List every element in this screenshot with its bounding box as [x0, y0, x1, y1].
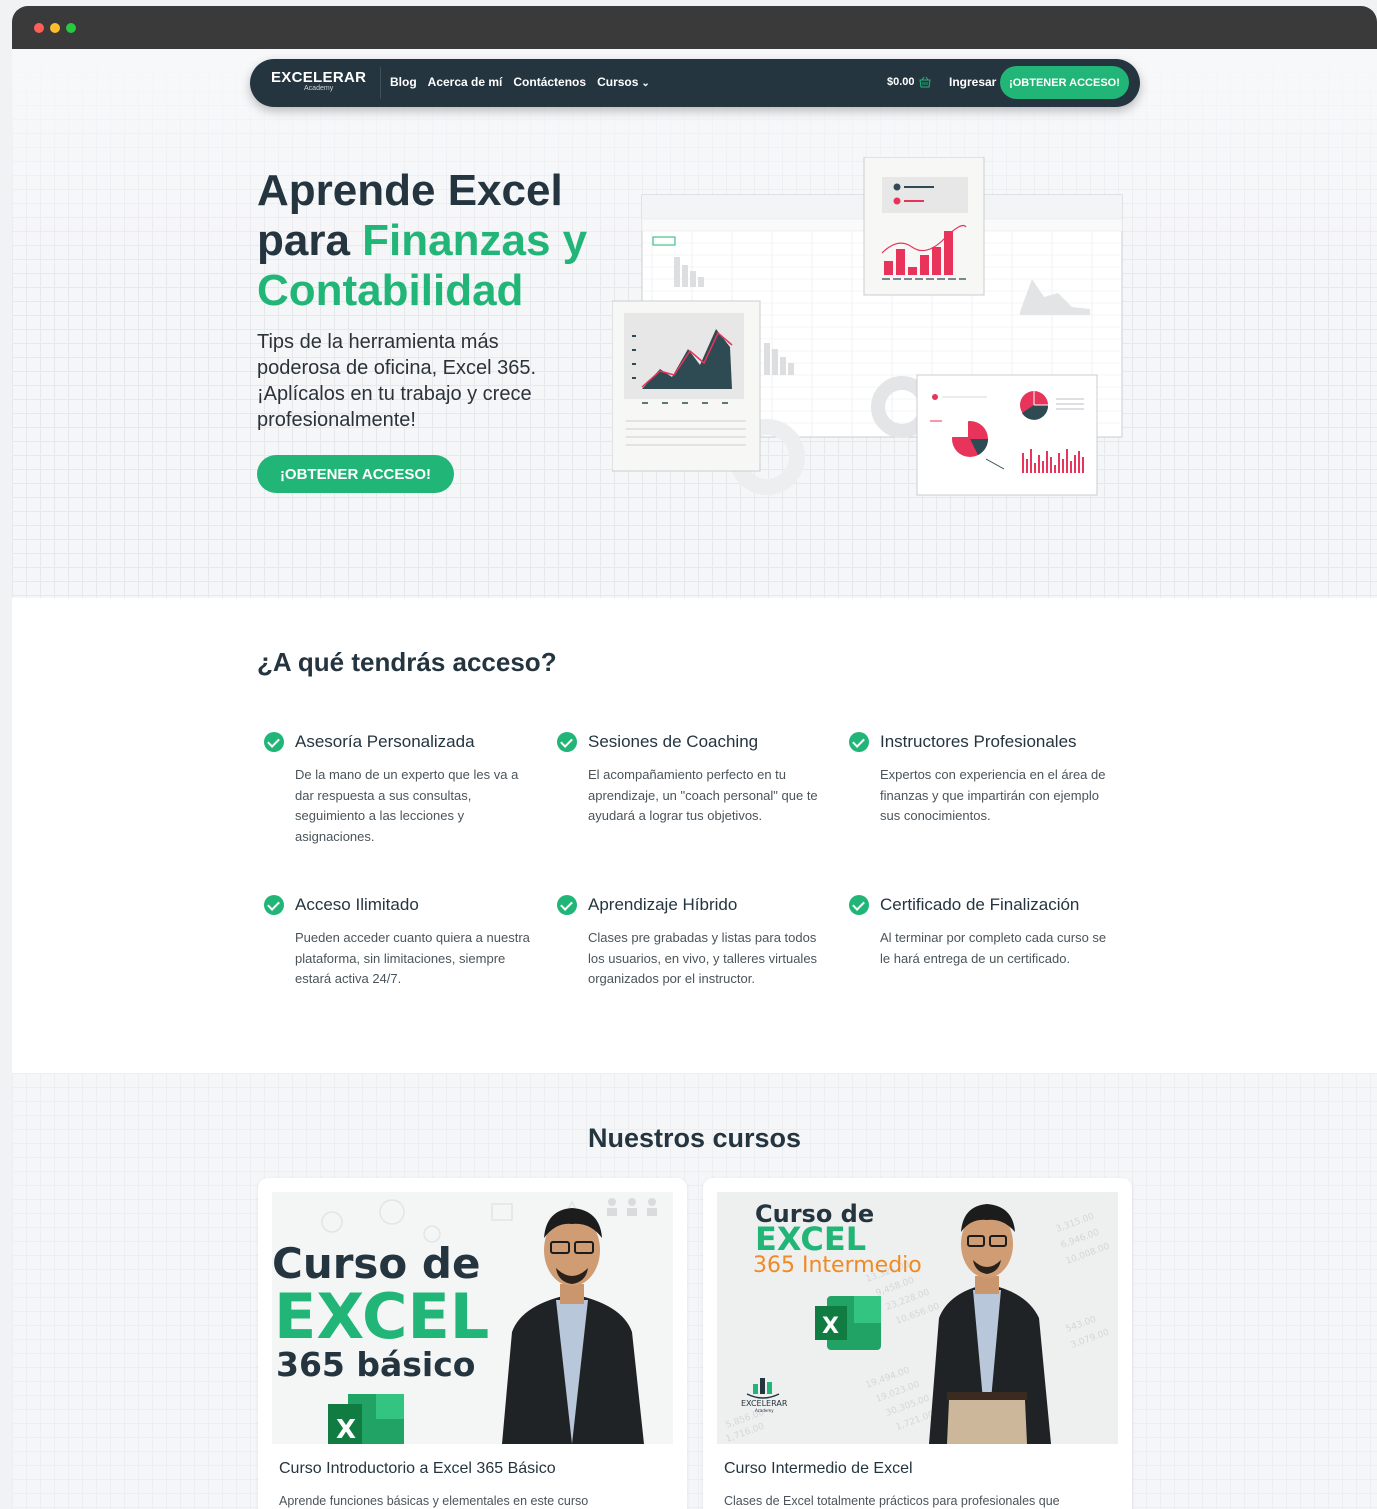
svg-text:X: X — [336, 1415, 356, 1444]
feature-item: Instructores Profesionales Expertos con … — [842, 732, 1107, 827]
nav-link-courses-label: Cursos — [597, 75, 639, 89]
check-circle-icon — [849, 895, 869, 915]
window-titlebar — [12, 6, 1377, 49]
feature-title: Sesiones de Coaching — [588, 732, 759, 751]
login-link[interactable]: Ingresar — [949, 75, 996, 89]
site-logo[interactable]: EXCELERAR Academy — [271, 69, 366, 92]
feature-item: Asesoría Personalizada De la mano de un … — [257, 732, 522, 847]
check-circle-icon — [849, 732, 869, 752]
feature-title: Instructores Profesionales — [880, 732, 1077, 751]
feature-description: Clases pre grabadas y listas para todos … — [588, 930, 818, 986]
hero-get-access-button[interactable]: ¡OBTENER ACCESO! — [257, 455, 454, 493]
course-description: Clases de Excel totalmente prácticos par… — [724, 1494, 1060, 1508]
cart-total[interactable]: $0.00 — [887, 76, 915, 88]
courses-section-title: Nuestros cursos — [587, 1123, 802, 1153]
hero-title-line3: Contabilidad — [257, 266, 524, 315]
feature-title: Aprendizaje Híbrido — [588, 895, 738, 914]
access-section-title: ¿A qué tendrás acceso? — [257, 647, 557, 677]
feature-description: Pueden acceder cuanto quiera a nuestra p… — [295, 930, 530, 986]
course-title[interactable]: Curso Introductorio a Excel 365 Básico — [279, 1460, 556, 1478]
cart-icon[interactable] — [919, 76, 931, 88]
nav-divider — [380, 67, 381, 99]
check-circle-icon — [557, 732, 577, 752]
courses-section: Nuestros cursos Curso de EXCEL 365 básic… — [12, 1073, 1377, 1509]
nav-link-courses[interactable]: Cursos ⌄ — [597, 75, 650, 89]
check-circle-icon — [264, 732, 284, 752]
hero-section: EXCELERAR Academy Blog Acerca de mí Cont… — [12, 49, 1377, 598]
feature-description: Expertos con experiencia en el área de f… — [880, 767, 1106, 823]
feature-title: Acceso Ilimitado — [295, 895, 419, 914]
course-card[interactable]: Curso de EXCEL 365 básico X Curso Introd… — [258, 1178, 687, 1509]
hero-title-line2b: Finanzas y — [362, 216, 588, 265]
chevron-down-icon: ⌄ — [641, 78, 650, 89]
hero-title-line1: Aprende Excel — [257, 166, 563, 215]
feature-description: El acompañamiento perfecto en tu aprendi… — [588, 767, 818, 823]
nav-links: Blog Acerca de mí Contáctenos Cursos ⌄ — [390, 75, 650, 89]
feature-item: Certificado de Finalización Al terminar … — [842, 895, 1107, 969]
course-title[interactable]: Curso Intermedio de Excel — [724, 1460, 913, 1478]
nav-link-contact[interactable]: Contáctenos — [513, 75, 586, 89]
feature-description: Al terminar por completo cada curso se l… — [880, 930, 1107, 966]
nav-link-about[interactable]: Acerca de mí — [428, 75, 503, 89]
nav-link-blog[interactable]: Blog — [390, 75, 417, 89]
hero-title: Aprende Excel para Finanzas y Contabilid… — [257, 166, 617, 316]
feature-item: Sesiones de Coaching El acompañamiento p… — [550, 732, 818, 827]
course-thumbnail[interactable]: 13,321.00 9,458.00 23,228.00 10,656.00 1… — [717, 1192, 1118, 1444]
feature-item: Aprendizaje Híbrido Clases pre grabadas … — [550, 895, 817, 990]
navbar: EXCELERAR Academy Blog Acerca de mí Cont… — [250, 59, 1140, 107]
logo-text: EXCELERAR — [271, 69, 367, 86]
thumbnail-logo-text: EXCELERAR — [741, 1399, 788, 1408]
browser-frame: EXCELERAR Academy Blog Acerca de mí Cont… — [12, 6, 1377, 1509]
course-card[interactable]: 13,321.00 9,458.00 23,228.00 10,656.00 1… — [703, 1178, 1132, 1509]
course-thumbnail[interactable]: Curso de EXCEL 365 básico X — [272, 1192, 673, 1444]
check-circle-icon — [557, 895, 577, 915]
thumbnail-course-level: 365 básico — [276, 1345, 475, 1384]
nav-get-access-button[interactable]: ¡OBTENER ACCESO! — [1000, 66, 1129, 99]
close-window-icon[interactable] — [34, 23, 44, 33]
thumbnail-course-level: 365 Intermedio — [753, 1253, 922, 1278]
minimize-window-icon[interactable] — [50, 23, 60, 33]
feature-title: Asesoría Personalizada — [295, 732, 475, 751]
hero-title-line2a: para — [257, 216, 363, 265]
feature-description: De la mano de un experto que les va a da… — [295, 767, 519, 844]
thumbnail-logo-subtext: Academy — [755, 1408, 774, 1413]
course-description: Aprende funciones básicas y elementales … — [279, 1494, 589, 1508]
check-circle-icon — [264, 895, 284, 915]
hero-subtitle: Tips de la herramienta más poderosa de o… — [257, 331, 537, 431]
svg-text:X: X — [822, 1314, 839, 1339]
thumbnail-course-excel: EXCEL — [274, 1280, 489, 1353]
hero-illustration — [612, 157, 1123, 496]
feature-title: Certificado de Finalización — [880, 895, 1080, 914]
feature-item: Acceso Ilimitado Pueden acceder cuanto q… — [257, 895, 530, 990]
maximize-window-icon[interactable] — [66, 23, 76, 33]
logo-subtext: Academy — [304, 85, 334, 92]
